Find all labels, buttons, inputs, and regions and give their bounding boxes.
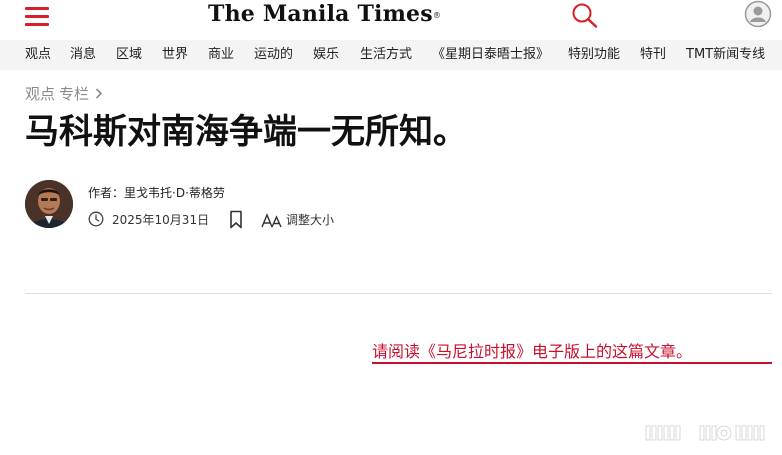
search-icon[interactable] [571, 2, 599, 28]
nav-item-tmt-newswire[interactable]: TMT新闻专线 [686, 47, 765, 63]
nav-item-opinion[interactable]: 观点 [25, 47, 51, 63]
bookmark-icon[interactable] [229, 210, 243, 229]
nav-item-entertainment[interactable]: 娱乐 [313, 47, 339, 63]
author-byline: 作者：里戈韦托·D·蒂格劳 [88, 185, 225, 201]
nav-item-news[interactable]: 消息 [70, 47, 96, 63]
nav-item-business[interactable]: 商业 [208, 47, 234, 63]
nav-item-regions[interactable]: 区域 [116, 47, 142, 63]
breadcrumb: 观点 专栏 [25, 85, 103, 105]
watermark-icon [644, 423, 770, 443]
content-divider [25, 293, 772, 294]
user-icon[interactable] [744, 0, 772, 28]
logo-text: The Manila Times [208, 1, 433, 27]
hamburger-menu-icon[interactable] [25, 7, 49, 27]
author-name[interactable]: 里戈韦托·D·蒂格劳 [124, 186, 225, 200]
logo-registered-mark: ® [432, 11, 442, 20]
nav-item-sunday-times[interactable]: 《星期日泰晤士报》 [432, 47, 549, 63]
nav-item-lifestyle[interactable]: 生活方式 [360, 47, 412, 63]
read-link-underline [372, 362, 772, 364]
nav-item-sports[interactable]: 运动的 [254, 47, 293, 63]
font-size-icon[interactable] [261, 212, 283, 228]
site-logo[interactable]: The Manila Times® [208, 0, 441, 30]
nav-item-world[interactable]: 世界 [162, 47, 188, 63]
article-title: 马科斯对南海争端一无所知。 [25, 112, 467, 152]
nav-item-special-edition[interactable]: 特刊 [640, 47, 666, 63]
breadcrumb-opinion[interactable]: 观点 [25, 85, 55, 103]
read-e-edition-link[interactable]: 请阅读《马尼拉时报》电子版上的这篇文章。 [372, 342, 692, 362]
clock-icon [88, 211, 104, 227]
resize-text-button[interactable]: 调整大小 [286, 212, 334, 228]
article-date: 2025年10月31日 [112, 213, 210, 227]
chevron-right-icon [95, 87, 103, 105]
nav-item-special-features[interactable]: 特别功能 [568, 47, 620, 63]
breadcrumb-columns[interactable]: 专栏 [59, 85, 89, 103]
author-avatar[interactable] [25, 180, 73, 228]
author-prefix: 作者： [88, 186, 125, 200]
site-header: The Manila Times® [0, 0, 782, 40]
main-nav: 观点 消息 区域 世界 商业 运动的 娱乐 生活方式 《星期日泰晤士报》 特别功… [0, 40, 782, 70]
